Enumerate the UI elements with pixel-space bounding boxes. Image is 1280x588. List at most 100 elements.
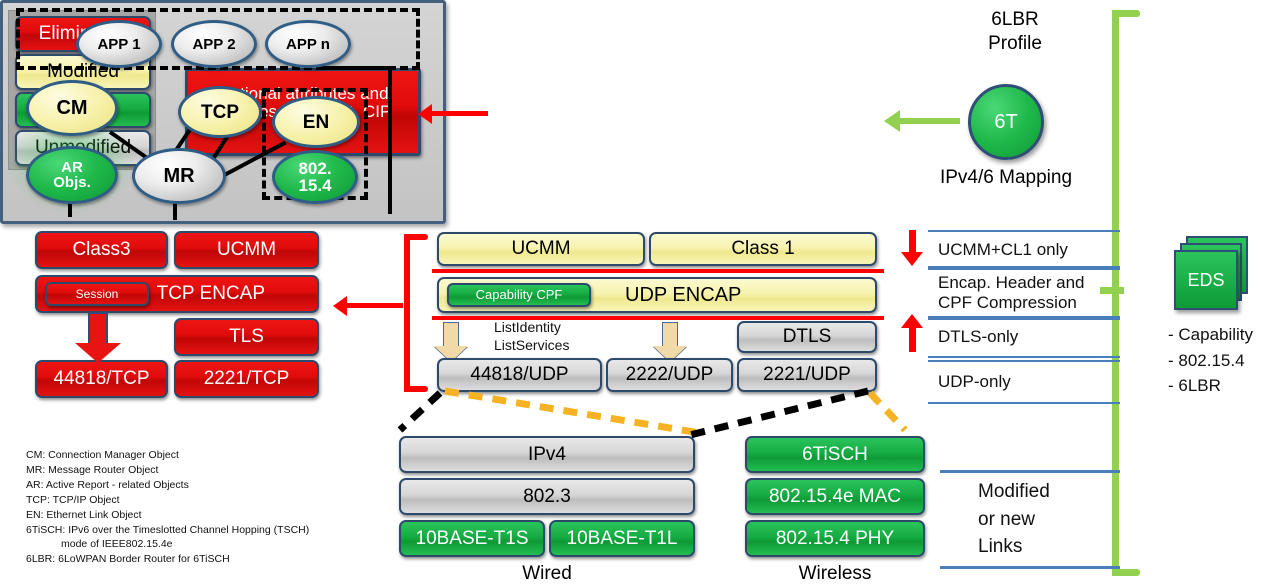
- block-ipv4: IPv4: [399, 436, 695, 473]
- block-label: Class 1: [731, 238, 795, 260]
- badge-capability-cpf: Capability CPF: [447, 283, 591, 307]
- block-label: 2222/UDP: [625, 364, 714, 386]
- block-label: IPv4: [527, 443, 567, 465]
- annotation-encap-header: Encap. Header and CPF Compression: [928, 266, 1120, 320]
- block-dtls: DTLS: [737, 321, 877, 353]
- annotation-arrow-down-head: [901, 252, 923, 266]
- annotation-label: UDP-only: [938, 372, 1011, 391]
- eds-bullet: - Capability: [1168, 325, 1254, 344]
- annotation-udp-only: UDP-only: [928, 360, 1120, 404]
- block-label: DTLS: [782, 326, 832, 348]
- acronym-line: AR: Active Report - related Objects: [26, 478, 189, 491]
- links-note-line2: or new: [978, 508, 1036, 530]
- acronym-line: 6TiSCH: IPv6 over the Timeslotted Channe…: [26, 523, 310, 536]
- ellipse-802-15-4: 802. 15.4: [272, 150, 358, 204]
- ellipse-label: TCP: [201, 101, 239, 123]
- links-note-line3: Links: [978, 536, 1023, 558]
- ellipse-label-line2: 15.4: [298, 176, 332, 195]
- annotation-arrow-up-shaft: [909, 326, 916, 352]
- profile-title-line2: Profile: [988, 32, 1042, 54]
- block-label: Class3: [72, 239, 131, 261]
- links-note: Modified or new Links: [978, 478, 1050, 561]
- green-bracket-bottom-arm: [1112, 569, 1140, 576]
- block-ucmm-udp: UCMM: [437, 232, 645, 266]
- ellipse-label: CM: [56, 97, 88, 119]
- ellipse-en: EN: [272, 96, 360, 148]
- annotation-label: DTLS-only: [938, 327, 1019, 346]
- profile-title: 6LBR Profile: [945, 8, 1085, 56]
- block-802-3: 802.3: [399, 478, 695, 515]
- acronym-line: TCP: TCP/IP Object: [26, 493, 120, 506]
- block-2221-tcp: 2221/TCP: [174, 360, 319, 398]
- ellipse-label: EN: [302, 111, 330, 133]
- connector-mr-down: [173, 202, 177, 220]
- ellipse-cm: CM: [26, 80, 118, 136]
- session-arrow-head: [75, 343, 121, 363]
- ellipse-label: APP 1: [97, 35, 141, 53]
- profile-arrow-head: [884, 110, 900, 132]
- acronym-line: MR: Message Router Object: [26, 463, 159, 476]
- dash-orange-cross: [444, 387, 701, 437]
- eds-bullet: - 6LBR: [1168, 376, 1221, 395]
- panel-right-rule: [388, 66, 392, 214]
- block-label: UCMM: [511, 238, 571, 260]
- annotation-label: UCMM+CL1 only: [938, 240, 1068, 259]
- block-label: UDP ENCAP: [625, 283, 742, 306]
- badge-label: Capability CPF: [475, 287, 563, 303]
- dash-orange-right: [867, 390, 908, 433]
- ellipse-label-line2: Objs.: [53, 174, 91, 191]
- acronym-line: 6LBR: 6LoWPAN Border Router for 6TiSCH: [26, 553, 230, 566]
- annotation-arrow-up-head: [901, 314, 923, 328]
- callout-arrow-head: [418, 104, 432, 124]
- red-brace-spine: [404, 234, 410, 392]
- eds-label: EDS: [1187, 269, 1225, 290]
- annotation-label: Encap. Header and CPF Compression: [938, 272, 1085, 312]
- red-brace-top-arm: [404, 234, 428, 240]
- dash-black-cross: [689, 387, 869, 439]
- acronym-line: CM: Connection Manager Object: [26, 449, 179, 461]
- caption-wireless: Wireless: [798, 563, 872, 584]
- links-note-line1: Modified: [978, 481, 1050, 502]
- caption-wired: Wired: [522, 563, 572, 584]
- annotation-dtls-only: DTLS-only: [928, 316, 1120, 358]
- block-label: 2221/TCP: [203, 368, 290, 390]
- encap-arrow-1-shaft: [443, 322, 459, 348]
- block-802-15-4e-mac: 802.15.4e MAC: [745, 478, 925, 515]
- ellipse-app-n: APP n: [265, 20, 351, 68]
- block-10base-t1l: 10BASE-T1L: [549, 520, 695, 557]
- session-arrow-shaft: [88, 312, 108, 346]
- block-class1: Class 1: [649, 232, 877, 266]
- acronym-line: mode of IEEE802.15.4e: [26, 538, 173, 551]
- block-label: 44818/TCP: [53, 368, 150, 390]
- block-label: 10BASE-T1L: [566, 527, 678, 549]
- panel-right-rule-top: [320, 66, 392, 70]
- ellipse-label: MR: [163, 165, 195, 187]
- block-44818-tcp: 44818/TCP: [35, 360, 168, 398]
- left-stack-arrow-head: [333, 296, 347, 316]
- note-line1: ListIdentity: [494, 319, 561, 335]
- ellipse-app-2: APP 2: [171, 20, 257, 68]
- block-label: 10BASE-T1S: [415, 527, 529, 549]
- annotation-ucmm-cl1: UCMM+CL1 only: [928, 230, 1120, 270]
- block-802-15-4-phy: 802.15.4 PHY: [745, 520, 925, 557]
- block-ucmm-tcp: UCMM: [174, 231, 319, 269]
- block-class3: Class3: [35, 231, 168, 269]
- listidentity-note: ListIdentity ListServices: [494, 318, 569, 354]
- links-note-rule-bottom: [940, 566, 1120, 569]
- ellipse-label: 802. 15.4: [298, 160, 331, 194]
- block-label: TLS: [229, 326, 264, 348]
- eds-bullet: - 802.15.4: [1168, 350, 1245, 370]
- ellipse-label: APP 2: [192, 35, 236, 53]
- block-label: 802.15.4e MAC: [768, 485, 902, 507]
- block-label: 44818/UDP: [470, 364, 569, 386]
- ellipse-label: APP n: [286, 35, 330, 53]
- block-label: TCP ENCAP: [156, 283, 265, 305]
- block-label: 2221/UDP: [763, 364, 851, 386]
- block-10base-t1s: 10BASE-T1S: [399, 520, 545, 557]
- eds-document: EDS: [1174, 250, 1238, 310]
- eds-bullets: - Capability - 802.15.4 - 6LBR: [1168, 322, 1253, 399]
- acronym-legend: CM: Connection Manager Object MR: Messag…: [26, 448, 309, 567]
- links-note-rule-top: [940, 470, 1120, 473]
- block-6tisch: 6TiSCH: [745, 436, 925, 473]
- block-label: 802.3: [523, 485, 571, 507]
